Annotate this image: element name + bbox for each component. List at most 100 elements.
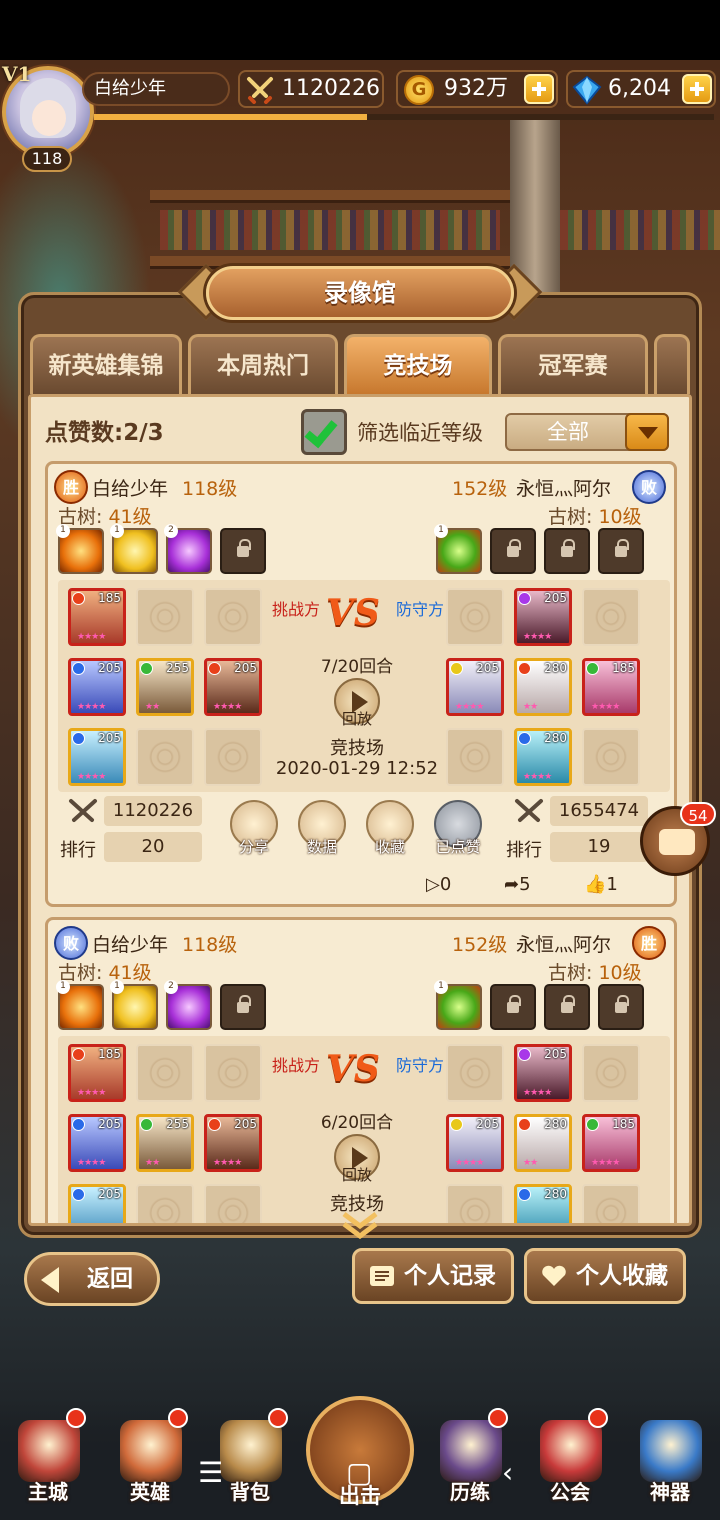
empty-slot — [446, 588, 504, 646]
nearby-level-checkbox[interactable] — [301, 409, 347, 455]
filter-select[interactable]: 全部 — [505, 413, 669, 451]
notification-dot — [268, 1408, 288, 1428]
gold-coin-icon: G — [404, 75, 434, 105]
hero-portrait[interactable]: 280 ★★★★ — [514, 728, 572, 786]
result-badge-win: 胜 — [632, 926, 666, 960]
like-count: 👍1 — [584, 874, 618, 895]
relic-holy-icon[interactable]: 1 — [110, 980, 158, 1030]
hero-icon — [120, 1420, 182, 1482]
relic-fire-icon[interactable]: 1 — [56, 524, 104, 574]
empty-slot — [582, 728, 640, 786]
round-count: 6/20回合 — [320, 1113, 394, 1133]
add-gem-button[interactable] — [682, 74, 712, 104]
hero-portrait[interactable]: 205 ★★★★ — [446, 658, 504, 716]
hero-portrait[interactable]: 255 ★★ — [136, 658, 194, 716]
empty-slot — [204, 728, 262, 786]
result-badge-lose: 败 — [54, 926, 88, 960]
replay-label[interactable]: 回放 — [270, 708, 444, 729]
empty-slot — [582, 1184, 640, 1223]
replay-label[interactable]: 回放 — [270, 1164, 444, 1185]
back-button[interactable]: 返回 — [24, 1252, 160, 1306]
gem-display: 6,204 — [566, 70, 716, 108]
right-power: 1655474 — [550, 796, 648, 826]
play-small-icon: ▷ — [426, 874, 440, 895]
hero-portrait[interactable]: 255 ★★ — [136, 1114, 194, 1172]
personal-favorites-button[interactable]: 个人收藏 — [524, 1248, 686, 1304]
tab-more[interactable] — [654, 334, 690, 394]
player-name: 白给少年 — [82, 72, 230, 106]
books — [160, 210, 500, 250]
add-gold-button[interactable] — [524, 74, 554, 104]
chat-icon — [659, 829, 695, 855]
tab-arena[interactable]: 竞技场 — [344, 334, 492, 394]
hero-portrait[interactable]: 205 ★★★★ — [514, 1044, 572, 1102]
left-player-level: 118级 — [182, 478, 238, 500]
hero-portrait[interactable]: 205 ★★★★ — [204, 658, 262, 716]
lock-icon — [220, 984, 266, 1030]
versus-info: 挑战方 防守方 VS 6/20回合 回放 竞技场 — [270, 1040, 444, 1223]
artifact-icon — [640, 1420, 702, 1482]
battle-date: 2020-01-29 12:52 — [275, 758, 439, 779]
nav-heroes[interactable]: 英雄 — [110, 1408, 190, 1510]
right-player-level: 152级 — [452, 478, 508, 500]
relic-leaf-icon[interactable]: 1 — [434, 980, 482, 1030]
nav-main-city[interactable]: 主城 — [8, 1408, 88, 1510]
tab-championship[interactable]: 冠军赛 — [498, 334, 648, 394]
thumbs-up-small-icon: 👍 — [584, 874, 607, 895]
hero-portrait[interactable]: 205 ★★★★ — [68, 658, 126, 716]
relic-arcane-icon[interactable]: 2 — [164, 980, 212, 1030]
hero-portrait[interactable]: 205 ★★★★ — [68, 728, 126, 786]
nav-artifact[interactable]: 神器 — [630, 1420, 710, 1510]
filter-select-value: 全部 — [547, 420, 589, 444]
hero-portrait[interactable]: 205 ★★★★ — [446, 1114, 504, 1172]
favorite-button[interactable]: 收藏 — [355, 836, 425, 857]
scroll-down-icon[interactable] — [340, 1210, 380, 1240]
relic-fire-icon[interactable]: 1 — [56, 980, 104, 1030]
tab-new-hero-highlights[interactable]: 新英雄集锦 — [30, 334, 182, 394]
data-button[interactable]: 数据 — [287, 836, 357, 857]
gold-display: G 932万 — [396, 70, 558, 108]
system-menu-icon[interactable]: ☰ — [198, 1456, 223, 1489]
system-home-icon[interactable]: ▢ — [346, 1456, 372, 1489]
hero-portrait[interactable]: 280 — [514, 1184, 572, 1223]
round-count: 7/20回合 — [320, 657, 394, 677]
dropdown-arrow-icon[interactable] — [625, 413, 669, 451]
hero-portrait[interactable]: 185 ★★★★ — [68, 588, 126, 646]
lock-icon — [490, 528, 536, 574]
defender-label: 防守方 — [395, 600, 444, 619]
hero-portrait[interactable]: 280 ★★ — [514, 1114, 572, 1172]
hero-portrait[interactable]: 280 ★★ — [514, 658, 572, 716]
system-back-icon[interactable]: ‹ — [502, 1456, 513, 1489]
power-value: 1120226 — [282, 76, 380, 101]
share-button[interactable]: 分享 — [219, 836, 289, 857]
personal-favorites-label: 个人收藏 — [576, 1263, 668, 1289]
share-count: ➦5 — [504, 874, 531, 895]
hero-portrait[interactable]: 205 — [68, 1184, 126, 1223]
hero-portrait[interactable]: 185 ★★★★ — [582, 1114, 640, 1172]
heart-icon — [542, 1265, 566, 1286]
hero-portrait[interactable]: 205 ★★★★ — [68, 1114, 126, 1172]
nav-guild[interactable]: 公会 — [530, 1408, 610, 1510]
hero-portrait[interactable]: 185 ★★★★ — [68, 1044, 126, 1102]
hero-portrait[interactable]: 185 ★★★★ — [582, 658, 640, 716]
battle-formation: 185 ★★★★ 205 ★★★★ 255 ★★ 205 ★★★★ 205 ★★★★ 挑战… — [58, 580, 670, 792]
nav-training[interactable]: 历练 — [430, 1408, 510, 1510]
relic-leaf-icon[interactable]: 1 — [434, 524, 482, 574]
challenger-label: 挑战方 — [272, 1056, 321, 1075]
personal-records-button[interactable]: 个人记录 — [352, 1248, 514, 1304]
left-rank: 20 — [104, 832, 202, 862]
right-rank: 19 — [550, 832, 648, 862]
likes-count: 点赞数:2/3 — [45, 420, 164, 446]
notification-dot — [588, 1408, 608, 1428]
tab-weekly-hot[interactable]: 本周热门 — [188, 334, 338, 394]
diamond-icon — [572, 75, 602, 105]
hero-portrait[interactable]: 205 ★★★★ — [514, 588, 572, 646]
crossed-swords-icon — [515, 799, 543, 822]
liked-button[interactable]: 已点赞 — [423, 836, 493, 857]
relic-holy-icon[interactable]: 1 — [110, 524, 158, 574]
relic-arcane-icon[interactable]: 2 — [164, 524, 212, 574]
replay-card: 胜 白给少年 118级 152级 永恒灬阿尔 败 古树: 41级 古树: 10级… — [45, 461, 677, 907]
notification-dot — [66, 1408, 86, 1428]
filter-label: 筛选临近等级 — [357, 421, 483, 445]
hero-portrait[interactable]: 205 ★★★★ — [204, 1114, 262, 1172]
